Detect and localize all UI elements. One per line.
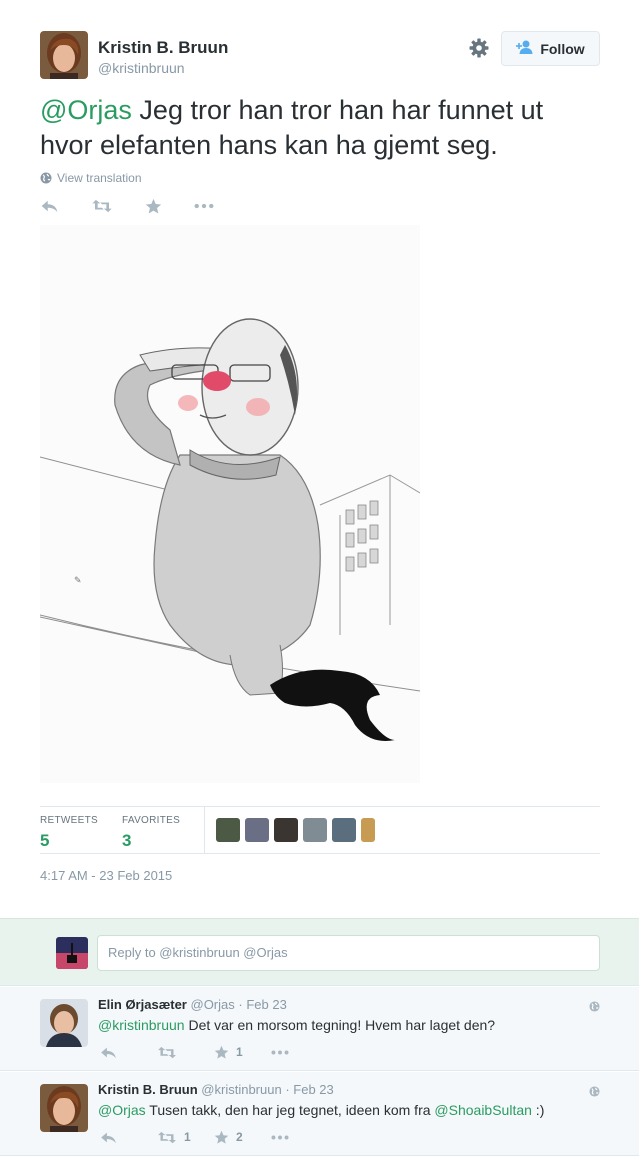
reply-text: @kristinbruun Det var en morsom tegning!… bbox=[98, 1017, 495, 1033]
globe-icon bbox=[589, 1084, 600, 1102]
reply-icon bbox=[100, 1131, 117, 1144]
mention-link[interactable]: @kristinbruun bbox=[98, 1017, 185, 1033]
reply-actions: 1 bbox=[100, 1044, 328, 1060]
view-translation-link[interactable]: View translation bbox=[40, 171, 142, 185]
retweet-button[interactable]: 1 bbox=[157, 1130, 214, 1144]
reply-tweet[interactable]: Kristin B. Bruun @kristinbruun · Feb 23 … bbox=[0, 1072, 639, 1156]
faver-avatar[interactable] bbox=[274, 818, 298, 842]
follow-label: Follow bbox=[540, 40, 585, 57]
reply-tweet[interactable]: Elin Ørjasæter @Orjas · Feb 23 @kristinb… bbox=[0, 987, 639, 1071]
faver-avatar[interactable] bbox=[303, 818, 327, 842]
retweet-button[interactable] bbox=[91, 199, 113, 213]
favorite-star-icon bbox=[145, 198, 162, 215]
follow-person-icon bbox=[516, 40, 534, 57]
faver-avatar[interactable] bbox=[361, 818, 375, 842]
reply-author-handle[interactable]: @kristinbruun bbox=[201, 1082, 281, 1097]
retweet-icon bbox=[91, 199, 113, 213]
retweet-icon bbox=[157, 1046, 177, 1059]
mention-link[interactable]: @Orjas bbox=[40, 95, 132, 125]
reply-button[interactable] bbox=[40, 199, 59, 213]
reply-author-name[interactable]: Kristin B. Bruun bbox=[98, 1082, 198, 1097]
current-user-avatar bbox=[56, 937, 88, 969]
author-handle[interactable]: @kristinbruun bbox=[98, 60, 185, 76]
retweet-button[interactable] bbox=[157, 1046, 214, 1059]
tweet-photo[interactable]: ✎ bbox=[40, 225, 420, 783]
faver-avatar[interactable] bbox=[245, 818, 269, 842]
reply-text: @Orjas Tusen takk, den har jeg tegnet, i… bbox=[98, 1102, 544, 1118]
svg-text:✎: ✎ bbox=[74, 575, 82, 585]
reply-author-name[interactable]: Elin Ørjasæter bbox=[98, 997, 187, 1012]
more-icon bbox=[271, 1050, 289, 1055]
tweet-actions bbox=[40, 197, 246, 215]
retweets-stat[interactable]: RETWEETS 5 bbox=[40, 815, 98, 851]
more-button[interactable] bbox=[271, 1135, 328, 1140]
faver-avatar[interactable] bbox=[332, 818, 356, 842]
tweet-text: @Orjas Jeg tror han tror han har funnet … bbox=[40, 93, 600, 163]
reply-button[interactable] bbox=[100, 1046, 157, 1059]
retweet-count: 1 bbox=[184, 1130, 191, 1144]
tweet-stats: RETWEETS 5 FAVORITES 3 bbox=[40, 806, 600, 854]
author-avatar[interactable] bbox=[40, 31, 88, 79]
favoriters-list bbox=[216, 818, 375, 842]
reply-author-handle[interactable]: @Orjas bbox=[191, 997, 235, 1012]
faver-avatar[interactable] bbox=[216, 818, 240, 842]
reply-input[interactable]: Reply to @kristinbruun @Orjas bbox=[97, 935, 600, 971]
reply-avatar[interactable] bbox=[40, 999, 88, 1047]
favorite-star-icon bbox=[214, 1045, 229, 1060]
tweet-timestamp[interactable]: 4:17 AM - 23 Feb 2015 bbox=[40, 868, 172, 883]
view-translation-label: View translation bbox=[57, 171, 142, 185]
favorite-button[interactable]: 1 bbox=[214, 1045, 271, 1060]
retweets-label: RETWEETS bbox=[40, 815, 98, 826]
mention-link[interactable]: @Orjas bbox=[98, 1102, 146, 1118]
favorites-stat[interactable]: FAVORITES 3 bbox=[122, 815, 180, 851]
reply-actions: 1 2 bbox=[100, 1129, 328, 1145]
stats-divider bbox=[204, 807, 205, 853]
more-icon bbox=[194, 203, 214, 209]
reply-body: Tusen takk, den har jeg tegnet, ideen ko… bbox=[145, 1102, 435, 1118]
favorite-count: 2 bbox=[236, 1130, 243, 1144]
main-tweet: Kristin B. Bruun @kristinbruun Follow @O… bbox=[0, 0, 639, 918]
reply-date[interactable]: · Feb 23 bbox=[238, 997, 286, 1012]
reply-composer: Reply to @kristinbruun @Orjas bbox=[0, 918, 639, 986]
reply-header: Elin Ørjasæter @Orjas · Feb 23 bbox=[98, 997, 287, 1012]
favorite-button[interactable]: 2 bbox=[214, 1130, 271, 1145]
globe-icon bbox=[40, 172, 52, 184]
favorite-button[interactable] bbox=[145, 198, 162, 215]
more-button[interactable] bbox=[271, 1050, 328, 1055]
follow-button[interactable]: Follow bbox=[501, 31, 600, 66]
mention-link[interactable]: @ShoaibSultan bbox=[434, 1102, 532, 1118]
more-button[interactable] bbox=[194, 203, 214, 209]
reply-icon bbox=[40, 199, 59, 213]
reply-button[interactable] bbox=[100, 1131, 157, 1144]
favorites-label: FAVORITES bbox=[122, 815, 181, 826]
retweets-count: 5 bbox=[40, 831, 50, 850]
reply-avatar[interactable] bbox=[40, 1084, 88, 1132]
favorite-star-icon bbox=[214, 1130, 229, 1145]
favorite-count: 1 bbox=[236, 1045, 243, 1059]
retweet-icon bbox=[157, 1131, 177, 1144]
globe-icon bbox=[589, 999, 600, 1017]
author-name[interactable]: Kristin B. Bruun bbox=[98, 38, 228, 58]
more-icon bbox=[271, 1135, 289, 1140]
reply-body: Det var en morsom tegning! Hvem har lage… bbox=[184, 1017, 496, 1033]
reply-body-end: :) bbox=[531, 1102, 545, 1118]
favorites-count: 3 bbox=[122, 831, 132, 850]
gear-icon[interactable] bbox=[468, 37, 490, 59]
reply-icon bbox=[100, 1046, 117, 1059]
reply-header: Kristin B. Bruun @kristinbruun · Feb 23 bbox=[98, 1082, 334, 1097]
reply-date[interactable]: · Feb 23 bbox=[285, 1082, 333, 1097]
